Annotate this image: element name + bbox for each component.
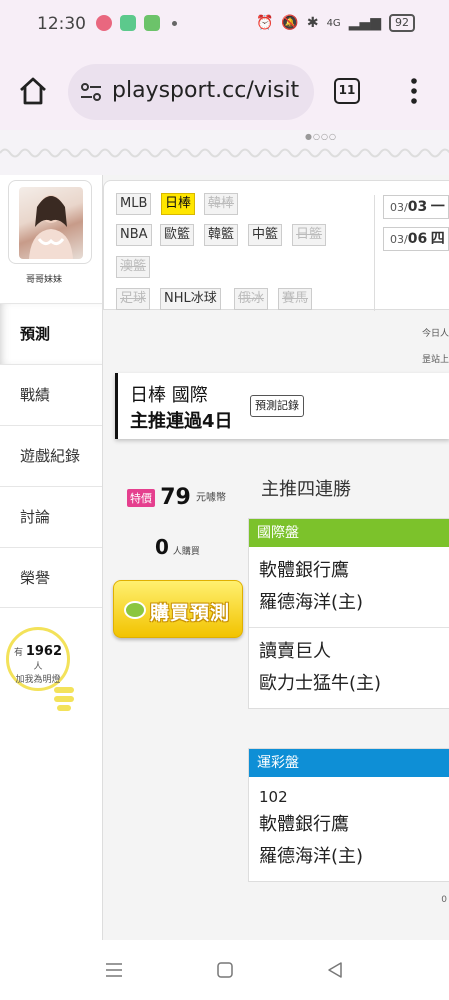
sport-tag-disabled: 足球 [116,288,151,310]
match-header: 日棒 國際 主推連過4日 預測記錄 [115,373,449,439]
site-settings-icon[interactable] [80,82,102,102]
sport-tag[interactable]: NHL冰球 [160,288,221,310]
battery-icon: 92 [389,14,415,32]
main-content: MLB 日棒 韓棒 NBA 歐籃 韓籃 中籃 日籃 澳籃 足球 NHL冰球 俄冰… [102,175,449,940]
avatar-photo [29,195,73,259]
fans-caption: 加我為明燈 [15,675,61,685]
tab-switcher-button[interactable]: 11 [334,78,360,104]
pick-card-header: 國際盤 [249,519,449,547]
streak-subtitle: 主推連過4日 [130,411,233,432]
fans-prefix: 有 [13,648,23,658]
date-day: 06 [407,231,428,247]
more-notifications-icon [172,21,177,26]
pick-row[interactable]: 軟體銀行鷹 羅德海洋(主) [249,547,449,628]
notification-icon [120,15,136,31]
alarm-icon: ⏰ [255,15,274,31]
sport-tag[interactable]: NBA [116,224,152,246]
pick-card-intl: 國際盤 軟體銀行鷹 羅德海洋(主) 讀賣巨人 歐力士猛牛(主) [248,518,449,709]
game-code: 102 [259,788,288,806]
date-item[interactable]: 03/03 一 [383,195,449,219]
sport-tag-disabled: 俄冰 [234,288,269,310]
pick-card-lottery: 運彩盤 102 軟體銀行鷹 羅德海洋(主) [248,748,449,882]
price-value: 79 [160,485,191,510]
recent-apps-icon[interactable] [104,960,124,980]
price-currency: 元噱幣 [196,492,226,504]
hint-text: 昰站上 [421,355,449,365]
date-month: 03/ [390,201,408,214]
sidebar-item-discussion[interactable]: 討論 [0,486,102,547]
date-list: 03/03 一 03/06 四 [374,195,449,311]
home-team: 歐力士猛牛(主) [259,673,382,694]
buyer-count: 0 人購買 [155,535,200,559]
sport-tag[interactable]: 韓籃 [204,224,239,246]
hint-text: 今日人 [421,329,449,339]
status-icons: ⏰ 🔕 ✱ 4G ▂▄▆ 92 [256,14,415,32]
bluetooth-icon: ✱ [306,15,319,31]
coin-icon [124,601,146,619]
pick-row[interactable]: 102 軟體銀行鷹 羅德海洋(主) [249,777,449,881]
user-name: 哥哥妹妹 [25,275,62,285]
browser-toolbar: playsport.cc/visit 11 [0,52,449,130]
lightbulb-icon [54,687,74,711]
sport-tag[interactable]: MLB [116,193,152,215]
notification-icon [144,15,160,31]
url-bar[interactable]: playsport.cc/visit [68,64,314,120]
league-title: 日棒 國際 [130,385,208,406]
away-team: 讀賣巨人 [259,641,331,662]
network-label: 4G [326,17,341,29]
sidebar-item-record[interactable]: 戰績 [0,364,102,425]
date-weekday: 一 [430,199,445,215]
status-time: 12:30 [37,14,86,34]
mute-icon: 🔕 [281,15,299,31]
sale-badge: 特價 [127,488,155,507]
more-menu-icon[interactable] [404,76,424,106]
sport-filter-panel: MLB 日棒 韓棒 NBA 歐籃 韓籃 中籃 日籃 澳籃 足球 NHL冰球 俄冰… [103,180,449,311]
streak-title: 主推四連勝 [261,479,351,500]
date-month: 03/ [390,233,408,246]
date-weekday: 四 [430,231,445,247]
date-item[interactable]: 03/06 四 [383,227,449,251]
sidebar-item-game-history[interactable]: 遊戲紀錄 [0,425,102,486]
sidebar-item-honors[interactable]: 榮譽 [0,547,102,608]
prediction-record-button[interactable]: 預測記錄 [250,395,304,417]
fans-unit: 人 [33,662,43,672]
notification-icon [96,15,112,31]
system-nav-bar [0,940,449,1000]
status-bar: 12:30 ⏰ 🔕 ✱ 4G ▂▄▆ 92 [0,0,449,52]
pick-card-header: 運彩盤 [249,749,449,777]
fans-counter[interactable]: 有 1962 人 加我為明燈 [6,627,70,691]
fans-count: 1962 [25,644,63,659]
buy-button-label: 購買預測 [150,602,231,624]
sport-tag-selected[interactable]: 日棒 [161,193,196,215]
sport-tag-disabled: 賽馬 [278,288,313,310]
sport-tag[interactable]: 中籃 [248,224,283,246]
buyer-number: 0 [155,535,169,559]
sidebar-item-predictions[interactable]: 預測 [0,303,102,364]
signal-icon: ▂▄▆ [348,15,381,31]
page-indicator: ●○○○ [305,132,337,141]
price: 特價 79 元噱幣 [127,485,226,510]
home-team: 羅德海洋(主) [259,592,364,613]
avatar-frame[interactable] [8,180,92,264]
home-icon[interactable] [18,76,48,106]
home-team: 羅德海洋(主) [259,846,364,867]
sidebar: 哥哥妹妹 預測 戰績 遊戲紀錄 討論 榮譽 有 1962 人 加我為明燈 [0,175,102,940]
date-day: 03 [407,199,428,215]
sport-tag-disabled: 韓棒 [204,193,239,215]
back-icon[interactable] [325,960,345,980]
buyer-unit: 人購買 [172,547,200,557]
away-team: 軟體銀行鷹 [259,814,349,835]
home-nav-icon[interactable] [215,960,235,980]
url-text: playsport.cc/visit [112,78,300,103]
avatar[interactable] [19,187,83,259]
sport-tag-disabled: 澳籃 [116,256,151,278]
buy-prediction-button[interactable]: 購買預測 [113,580,243,638]
sport-tag-disabled: 日籃 [292,224,327,246]
pick-row[interactable]: 讀賣巨人 歐力士猛牛(主) [249,628,449,708]
away-team: 軟體銀行鷹 [259,560,349,581]
small-counter: 0 [441,895,447,905]
wavy-divider [0,148,449,158]
sport-tag[interactable]: 歐籃 [160,224,195,246]
